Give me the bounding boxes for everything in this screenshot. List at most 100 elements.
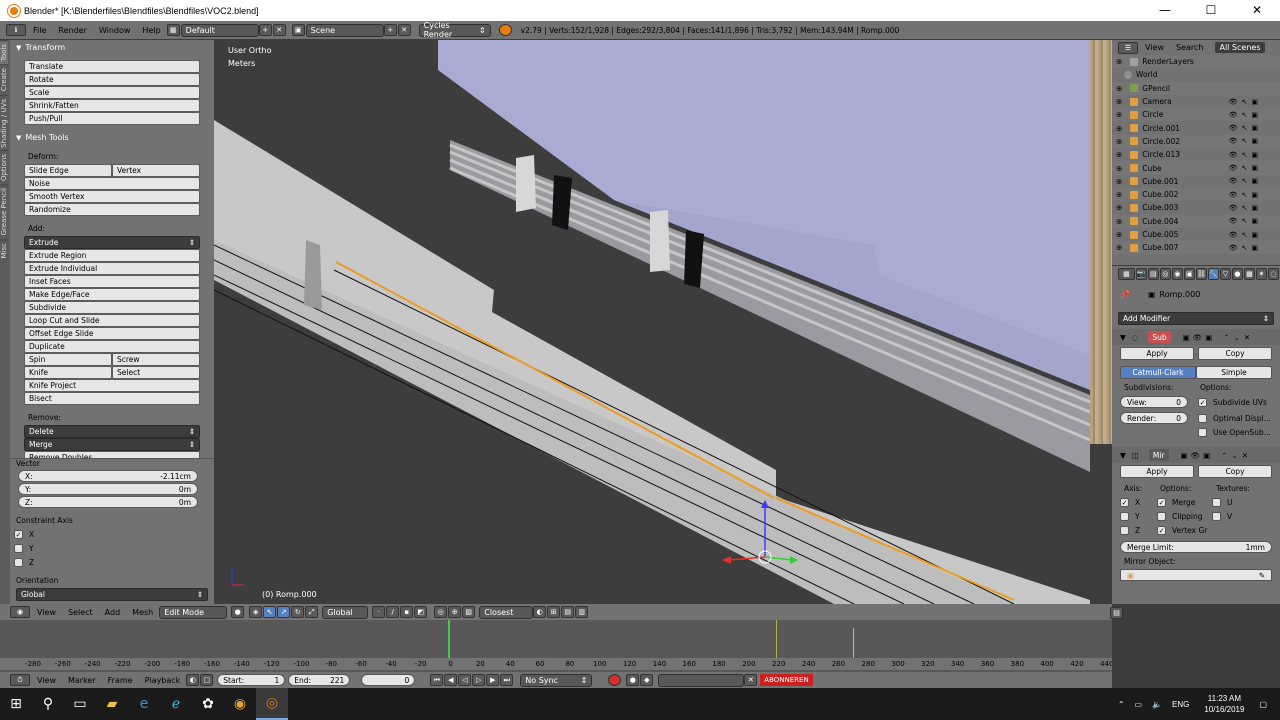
use-preview-range-icon[interactable]: ◐ (186, 674, 200, 686)
edge-icon[interactable]: ℯ (160, 688, 192, 720)
blender-taskbar-icon[interactable]: ◎ (256, 688, 288, 720)
subsurf-apply-button[interactable]: Apply (1120, 347, 1194, 360)
record-icon[interactable] (608, 674, 622, 686)
current-frame-marker[interactable] (448, 620, 450, 658)
menu-help[interactable]: Help (142, 26, 160, 35)
make-edge-face-button[interactable]: Make Edge/Face (24, 288, 200, 301)
tab-options[interactable]: Options (0, 150, 8, 185)
expand-icon[interactable]: ⊕ (1116, 190, 1122, 199)
keyboard-language[interactable]: ENG (1172, 700, 1189, 709)
snap-element-icon[interactable]: ▨ (462, 606, 476, 618)
chrome-icon[interactable]: ◉ (224, 688, 256, 720)
duplicate-button[interactable]: Duplicate (24, 340, 200, 353)
expand-icon[interactable]: ⊕ (1116, 124, 1122, 133)
snap-project-icon[interactable]: ⊞ (547, 606, 561, 618)
scene-remove-icon[interactable]: ✕ (397, 24, 411, 36)
outliner-item[interactable]: ⊕ Cube.004 👁↖▣ (1112, 214, 1280, 228)
edge-legacy-icon[interactable]: e (128, 688, 160, 720)
snap-target-selector[interactable]: Closest (479, 605, 534, 619)
subsurf-view-levels-field[interactable]: View: 0 (1120, 396, 1188, 408)
mirror-x-checkbox[interactable]: ✓ (1120, 498, 1129, 507)
checkbox-box[interactable] (14, 544, 23, 553)
outliner-display-filter[interactable]: All Scenes (1215, 42, 1265, 53)
current-frame-field[interactable]: 0 (361, 674, 416, 686)
simple-button[interactable]: Simple (1196, 366, 1272, 379)
eyedropper-icon[interactable]: ✎ (1259, 571, 1265, 580)
outliner-item[interactable]: ⊕ Circle.013 👁↖▣ (1112, 148, 1280, 161)
menu-view[interactable]: View (37, 676, 56, 685)
outliner-item[interactable]: ⊕ RenderLayers (1112, 55, 1280, 69)
translate-button[interactable]: Translate (24, 60, 200, 73)
mirror-object-field[interactable]: ▣ ✎ (1120, 569, 1272, 581)
vertex-groups-checkbox[interactable]: ✓ (1157, 526, 1166, 535)
slide-edge-button[interactable]: Slide Edge (24, 164, 112, 177)
outliner-item[interactable]: ⊕ Circle.001 👁↖▣ (1112, 121, 1280, 134)
extrude-dropdown[interactable]: Extrude ⇕ (24, 236, 200, 249)
editor-type-info-icon[interactable]: ℹ (6, 24, 26, 36)
subsurf-modifier-name[interactable]: Sub (1148, 331, 1171, 343)
outliner-item[interactable]: ⊕ Cube.007 👁↖▣ (1112, 241, 1280, 255)
render-layers-tab-icon[interactable]: ▤ (1147, 268, 1159, 280)
editor-type-3d-icon[interactable]: ◉ (10, 606, 30, 618)
randomize-button[interactable]: Randomize (24, 203, 200, 216)
menu-playback[interactable]: Playback (145, 676, 181, 685)
pivot-point-icon[interactable]: ◈ (249, 606, 263, 618)
keying-set-icon[interactable]: ● (626, 674, 640, 686)
visibility-toggles-icon[interactable]: 👁↖▣ (1229, 244, 1262, 252)
file-explorer-icon[interactable]: ▰ (96, 688, 128, 720)
subdivide-uvs-checkbox[interactable]: ✓ (1198, 397, 1207, 407)
spin-button[interactable]: Spin (24, 353, 112, 366)
tab-shading-uvs[interactable]: Shading / UVs (0, 94, 8, 151)
add-modifier-dropdown[interactable]: Add Modifier ⇕ (1118, 312, 1274, 325)
prev-key-icon[interactable]: ◀ (444, 674, 458, 686)
transform-orientation-selector[interactable]: Global (322, 605, 369, 619)
editor-type-properties-icon[interactable]: ▦ (1118, 268, 1135, 280)
outliner-item[interactable]: World (1112, 68, 1280, 81)
start-menu-icon[interactable]: ⊞ (0, 688, 32, 720)
expand-icon[interactable]: ⊕ (1116, 150, 1122, 159)
tab-grease-pencil[interactable]: Grease Pencil (0, 184, 8, 239)
manipulator-icon[interactable]: ↖ (263, 606, 277, 618)
jump-start-icon[interactable]: ⏮ (430, 674, 444, 686)
checkbox-box[interactable]: ✓ (14, 530, 23, 539)
minimize-button[interactable]: — (1142, 0, 1188, 21)
menu-marker[interactable]: Marker (68, 676, 96, 685)
maximize-button[interactable]: ☐ (1188, 0, 1234, 21)
vector-z-field[interactable]: Z: 0m (18, 496, 198, 508)
visibility-toggles-icon[interactable]: 👁↖▣ (1229, 191, 1262, 199)
subsurf-modifier-header[interactable]: ▼ ◌ Sub ▣👁▣ ⌃⌄✕ (1112, 329, 1280, 345)
lock-range-icon[interactable]: ▢ (200, 674, 214, 686)
scale-button[interactable]: Scale (24, 86, 200, 99)
screw-button[interactable]: Screw (112, 353, 200, 366)
modifier-display-toggles-icon[interactable]: ▣👁▣ (1181, 451, 1214, 460)
inset-faces-button[interactable]: Inset Faces (24, 275, 200, 288)
expand-icon[interactable]: ⊕ (1116, 84, 1122, 93)
loop-cut-slide-button[interactable]: Loop Cut and Slide (24, 314, 200, 327)
tray-overflow-icon[interactable]: ⌃ (1118, 700, 1125, 709)
scale-manip-icon[interactable]: ⤢ (305, 606, 319, 618)
play-icon[interactable]: ▷ (472, 674, 486, 686)
next-key-icon[interactable]: ▶ (486, 674, 500, 686)
modifier-move-controls-icon[interactable]: ⌃⌄✕ (1223, 333, 1254, 342)
expand-icon[interactable]: ⊕ (1116, 243, 1122, 252)
texture-tab-icon[interactable]: ▩ (1243, 268, 1255, 280)
visibility-toggles-icon[interactable]: 👁↖▣ (1229, 124, 1262, 132)
visibility-toggles-icon[interactable]: 👁↖▣ (1229, 231, 1262, 239)
constraint-z-checkbox[interactable]: Z (14, 558, 214, 567)
subdivide-button[interactable]: Subdivide (24, 301, 200, 314)
menu-render[interactable]: Render (58, 26, 86, 35)
scene-icon[interactable]: ▣ (291, 24, 305, 36)
outliner-item[interactable]: ⊕ Circle.002 👁↖▣ (1112, 134, 1280, 149)
material-tab-icon[interactable]: ● (1231, 268, 1243, 280)
menu-file[interactable]: File (33, 26, 46, 35)
close-button[interactable]: ✕ (1234, 0, 1280, 21)
tab-create[interactable]: Create (0, 64, 8, 95)
push-pull-button[interactable]: Push/Pull (24, 112, 200, 125)
search-icon[interactable]: ⚲ (32, 688, 64, 720)
menu-mesh[interactable]: Mesh (132, 608, 153, 617)
scene-selector[interactable]: Scene (305, 23, 384, 37)
visibility-toggles-icon[interactable]: 👁↖▣ (1229, 164, 1262, 172)
outliner-item[interactable]: ⊕ Cube.002 👁↖▣ (1112, 187, 1280, 202)
outliner-item[interactable]: ⊕ Camera 👁↖▣ (1112, 95, 1280, 108)
knife-button[interactable]: Knife (24, 366, 112, 379)
